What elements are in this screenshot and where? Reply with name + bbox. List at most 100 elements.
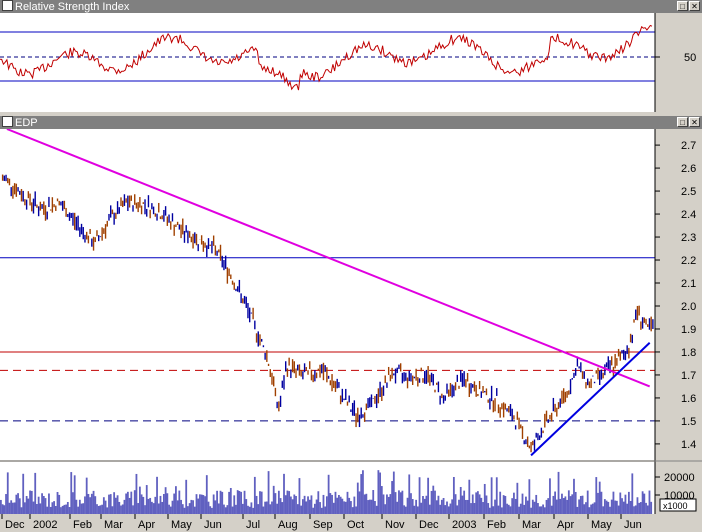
price-tick-label: 2.3 <box>681 232 696 244</box>
volume-bar <box>603 499 606 514</box>
x-tick-label: Apr <box>557 519 574 531</box>
volume-bar <box>494 499 496 514</box>
volume-bar <box>576 506 579 514</box>
volume-bar <box>276 503 279 514</box>
maximize-button[interactable]: □ <box>677 1 688 11</box>
volume-bar <box>104 500 107 514</box>
volume-bar <box>99 505 102 514</box>
volume-bar <box>456 505 459 514</box>
volume-bar <box>399 492 402 514</box>
x-tick-label: Nov <box>385 519 405 531</box>
volume-bar <box>423 498 426 514</box>
volume-bar <box>39 503 42 514</box>
volume-bar <box>32 501 35 514</box>
volume-bar <box>202 495 205 514</box>
volume-bar <box>85 477 88 514</box>
volume-bar <box>221 491 224 514</box>
volume-bar <box>396 501 399 514</box>
volume-bar <box>588 507 591 514</box>
volume-bar <box>34 472 37 514</box>
volume-bar <box>612 491 615 514</box>
close-button[interactable]: ✕ <box>689 117 700 127</box>
price-tick-label: 2.5 <box>681 186 696 198</box>
volume-bar <box>226 505 229 514</box>
volume-bar <box>106 507 109 514</box>
volume-bar <box>173 493 176 514</box>
volume-bar <box>66 501 69 514</box>
volume-bar <box>217 503 220 514</box>
volume-bar <box>428 504 431 514</box>
volume-bar <box>468 479 471 514</box>
x-tick-label: Aug <box>278 519 298 531</box>
volume-bar <box>274 493 277 514</box>
volume-bar <box>377 470 380 514</box>
volume-bar <box>108 494 110 514</box>
volume-bar <box>219 490 222 514</box>
volume-bar <box>199 494 201 514</box>
volume-bar <box>410 493 412 514</box>
volume-bar <box>636 497 639 514</box>
x-axis: Dec 2002 Feb Mar Apr May Jun Jul Aug Sep Oct Nov Dec… <box>1 514 642 531</box>
volume-bar <box>353 496 356 514</box>
volume-bar <box>60 507 62 514</box>
x-tick-label: 2002 <box>33 519 57 531</box>
volume-bar <box>145 485 148 514</box>
volume-bar <box>289 496 292 514</box>
volume-bar <box>466 499 469 514</box>
volume-bar <box>68 507 71 514</box>
maximize-button[interactable]: □ <box>677 117 688 127</box>
volume-bar <box>422 496 424 514</box>
volume-bar <box>120 505 122 514</box>
volume-bar <box>459 486 462 514</box>
volume-bar <box>296 504 299 514</box>
volume-bar <box>609 506 611 514</box>
volume-bar <box>332 502 335 514</box>
volume-bar <box>205 475 208 514</box>
volume-bar <box>113 492 116 514</box>
volume-bar <box>149 497 152 514</box>
x-tick-label: May <box>171 519 192 531</box>
volume-bar <box>518 506 520 514</box>
volume-bar <box>247 505 249 514</box>
volume-bar <box>241 503 244 514</box>
volume-bar <box>301 499 304 514</box>
volume-bar <box>370 499 373 514</box>
volume-bar <box>224 507 227 514</box>
volume-bar <box>284 495 287 514</box>
price-panel: EDP □ ✕ 2.7 2.6 2.5 2.4 2.3 2.2 2.1 2.0 1.9 1.8 1.… <box>0 116 702 532</box>
volume-bar <box>338 495 340 514</box>
volume-bar <box>272 485 275 514</box>
volume-bar <box>446 501 448 514</box>
volume-bar <box>56 491 59 514</box>
volume-bar <box>271 501 273 514</box>
price-tick-label: 2.2 <box>681 255 696 267</box>
volume-bar <box>283 473 285 514</box>
panel-menu-icon[interactable] <box>2 116 13 127</box>
panel-menu-icon[interactable] <box>2 0 13 11</box>
volume-bar <box>6 472 9 514</box>
volume-bar <box>567 490 570 514</box>
volume-bar <box>262 506 265 514</box>
volume-bar <box>475 492 478 514</box>
x-tick-label: Jul <box>246 519 260 531</box>
volume-bar <box>416 506 419 514</box>
volume-bar <box>140 494 143 514</box>
volume-bar <box>622 501 625 514</box>
x-tick-label: May <box>591 519 612 531</box>
volume-bar <box>585 502 587 514</box>
volume-bar <box>501 507 503 514</box>
volume-bar <box>101 504 104 514</box>
volume-bar <box>109 494 112 514</box>
volume-bar <box>24 502 26 514</box>
close-button[interactable]: ✕ <box>689 1 700 11</box>
volume-bar <box>312 507 315 514</box>
volume-bar <box>118 501 121 514</box>
price-tick-label: 1.8 <box>681 347 696 359</box>
volume-bar <box>492 506 495 514</box>
volume-bar <box>506 503 508 514</box>
volume-bar <box>401 490 404 514</box>
volume-bar <box>531 499 534 514</box>
volume-bar <box>308 499 311 514</box>
volume-bar <box>180 499 182 514</box>
volume-bar <box>327 474 330 514</box>
